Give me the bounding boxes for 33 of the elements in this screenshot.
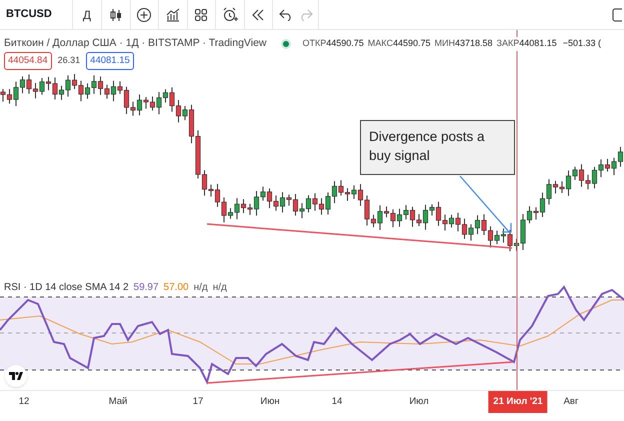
- price-badge: 44081.15: [86, 52, 134, 70]
- axis-label: 12: [18, 394, 30, 409]
- ohlc-value: 44590.75: [326, 37, 364, 50]
- axis-label: Июл: [409, 394, 429, 409]
- ohlc-value: 43718.58: [454, 37, 493, 50]
- axis-label: 21 Июл '21: [488, 391, 548, 413]
- ohlc-label: ОТКР: [302, 37, 326, 50]
- axis-label: 14: [332, 394, 342, 409]
- axis-label: 17: [192, 394, 204, 409]
- interval-button[interactable]: Д: [73, 0, 102, 29]
- live-status-icon: [280, 38, 290, 49]
- axis-label: Июн: [260, 394, 280, 409]
- ohlc-label: МИН: [434, 37, 455, 50]
- indicator-title: RSI · 1D 14 close SMA 14 2: [4, 281, 129, 295]
- indicator-value: н/д: [194, 281, 208, 295]
- tradingview-logo-icon: [5, 365, 27, 387]
- ohlc-value: 44081.15: [519, 37, 557, 50]
- indicator-value: 59.97: [134, 281, 159, 295]
- undo-icon[interactable]: [278, 8, 292, 20]
- indicator-value: н/д: [212, 281, 227, 295]
- axis-label: Май: [108, 394, 128, 409]
- axis-label: Авг: [564, 394, 578, 409]
- spread-value: 26.31: [58, 54, 80, 68]
- ohlc-value: 44590.75: [392, 37, 430, 50]
- ohlc-label: МАКС: [368, 37, 393, 50]
- callout-arrow: [460, 176, 512, 234]
- annotation-callout: Divergence posts a buy signal: [360, 120, 515, 175]
- indicator-value: 57.00: [164, 281, 189, 295]
- price-change: −501.33 (: [562, 37, 602, 50]
- chart-title: Биткоин / Доллар США · 1Д · BITSTAMP · TradingView: [4, 36, 266, 51]
- ohlc-label: ЗАКР: [496, 37, 520, 50]
- symbol-button[interactable]: BTCUSD: [0, 0, 73, 29]
- price-badge: 44054.84: [4, 52, 52, 70]
